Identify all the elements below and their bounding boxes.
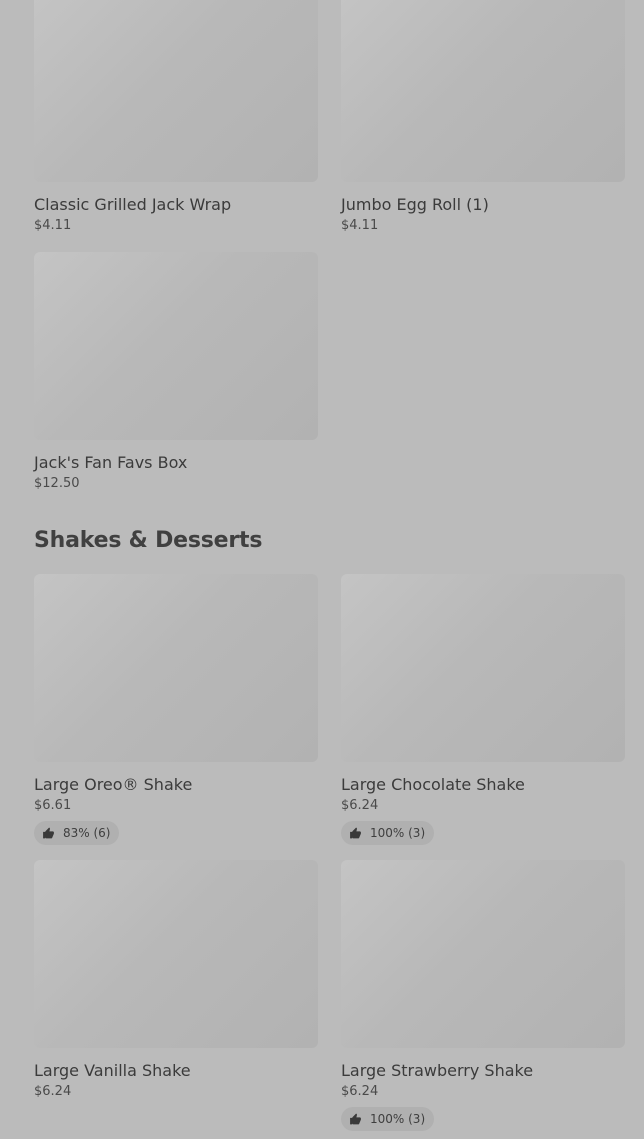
menu-item-card[interactable]: Large Chocolate Shake $6.24 100% (3): [341, 574, 625, 845]
rating-badge: 83% (6): [34, 821, 120, 845]
item-image: [341, 0, 625, 182]
item-image: [34, 0, 318, 182]
item-price: $6.24: [341, 1084, 379, 1099]
item-name: Jumbo Egg Roll (1): [341, 195, 489, 214]
menu-item-card[interactable]: Classic Grilled Jack Wrap $4.11: [34, 0, 318, 235]
item-name: Jack's Fan Favs Box: [34, 453, 188, 472]
menu-item-card[interactable]: Jumbo Egg Roll (1) $4.11: [341, 0, 625, 235]
rating-badge: 100% (3): [341, 1107, 435, 1131]
section-title: Shakes & Desserts: [34, 528, 263, 553]
item-name: Large Strawberry Shake: [341, 1061, 534, 1080]
thumbs-up-icon: [350, 1113, 361, 1124]
item-price: $6.24: [34, 1084, 72, 1099]
menu-item-card[interactable]: Jack's Fan Favs Box $12.50: [34, 252, 318, 493]
rating-text: 100% (3): [370, 1112, 426, 1126]
item-name: Large Vanilla Shake: [34, 1061, 191, 1080]
item-image: [34, 252, 318, 440]
rating-text: 83% (6): [63, 826, 111, 840]
item-image: [34, 860, 318, 1048]
item-price: $4.11: [341, 218, 379, 233]
item-price: $6.61: [34, 798, 72, 813]
item-price: $12.50: [34, 476, 80, 491]
item-price: $4.11: [34, 218, 72, 233]
thumbs-up-icon: [350, 827, 361, 838]
item-price: $6.24: [341, 798, 379, 813]
rating-text: 100% (3): [370, 826, 426, 840]
rating-badge: 100% (3): [341, 821, 435, 845]
item-name: Large Chocolate Shake: [341, 775, 525, 794]
item-name: Classic Grilled Jack Wrap: [34, 195, 232, 214]
thumbs-up-icon: [43, 827, 54, 838]
item-image: [34, 574, 318, 762]
item-image: [341, 860, 625, 1048]
menu-item-card[interactable]: Large Oreo® Shake $6.61 83% (6): [34, 574, 318, 845]
item-name: Large Oreo® Shake: [34, 775, 193, 794]
menu-item-card[interactable]: Large Vanilla Shake $6.24: [34, 860, 318, 1101]
menu-item-card[interactable]: Large Strawberry Shake $6.24 100% (3): [341, 860, 625, 1131]
item-image: [341, 574, 625, 762]
